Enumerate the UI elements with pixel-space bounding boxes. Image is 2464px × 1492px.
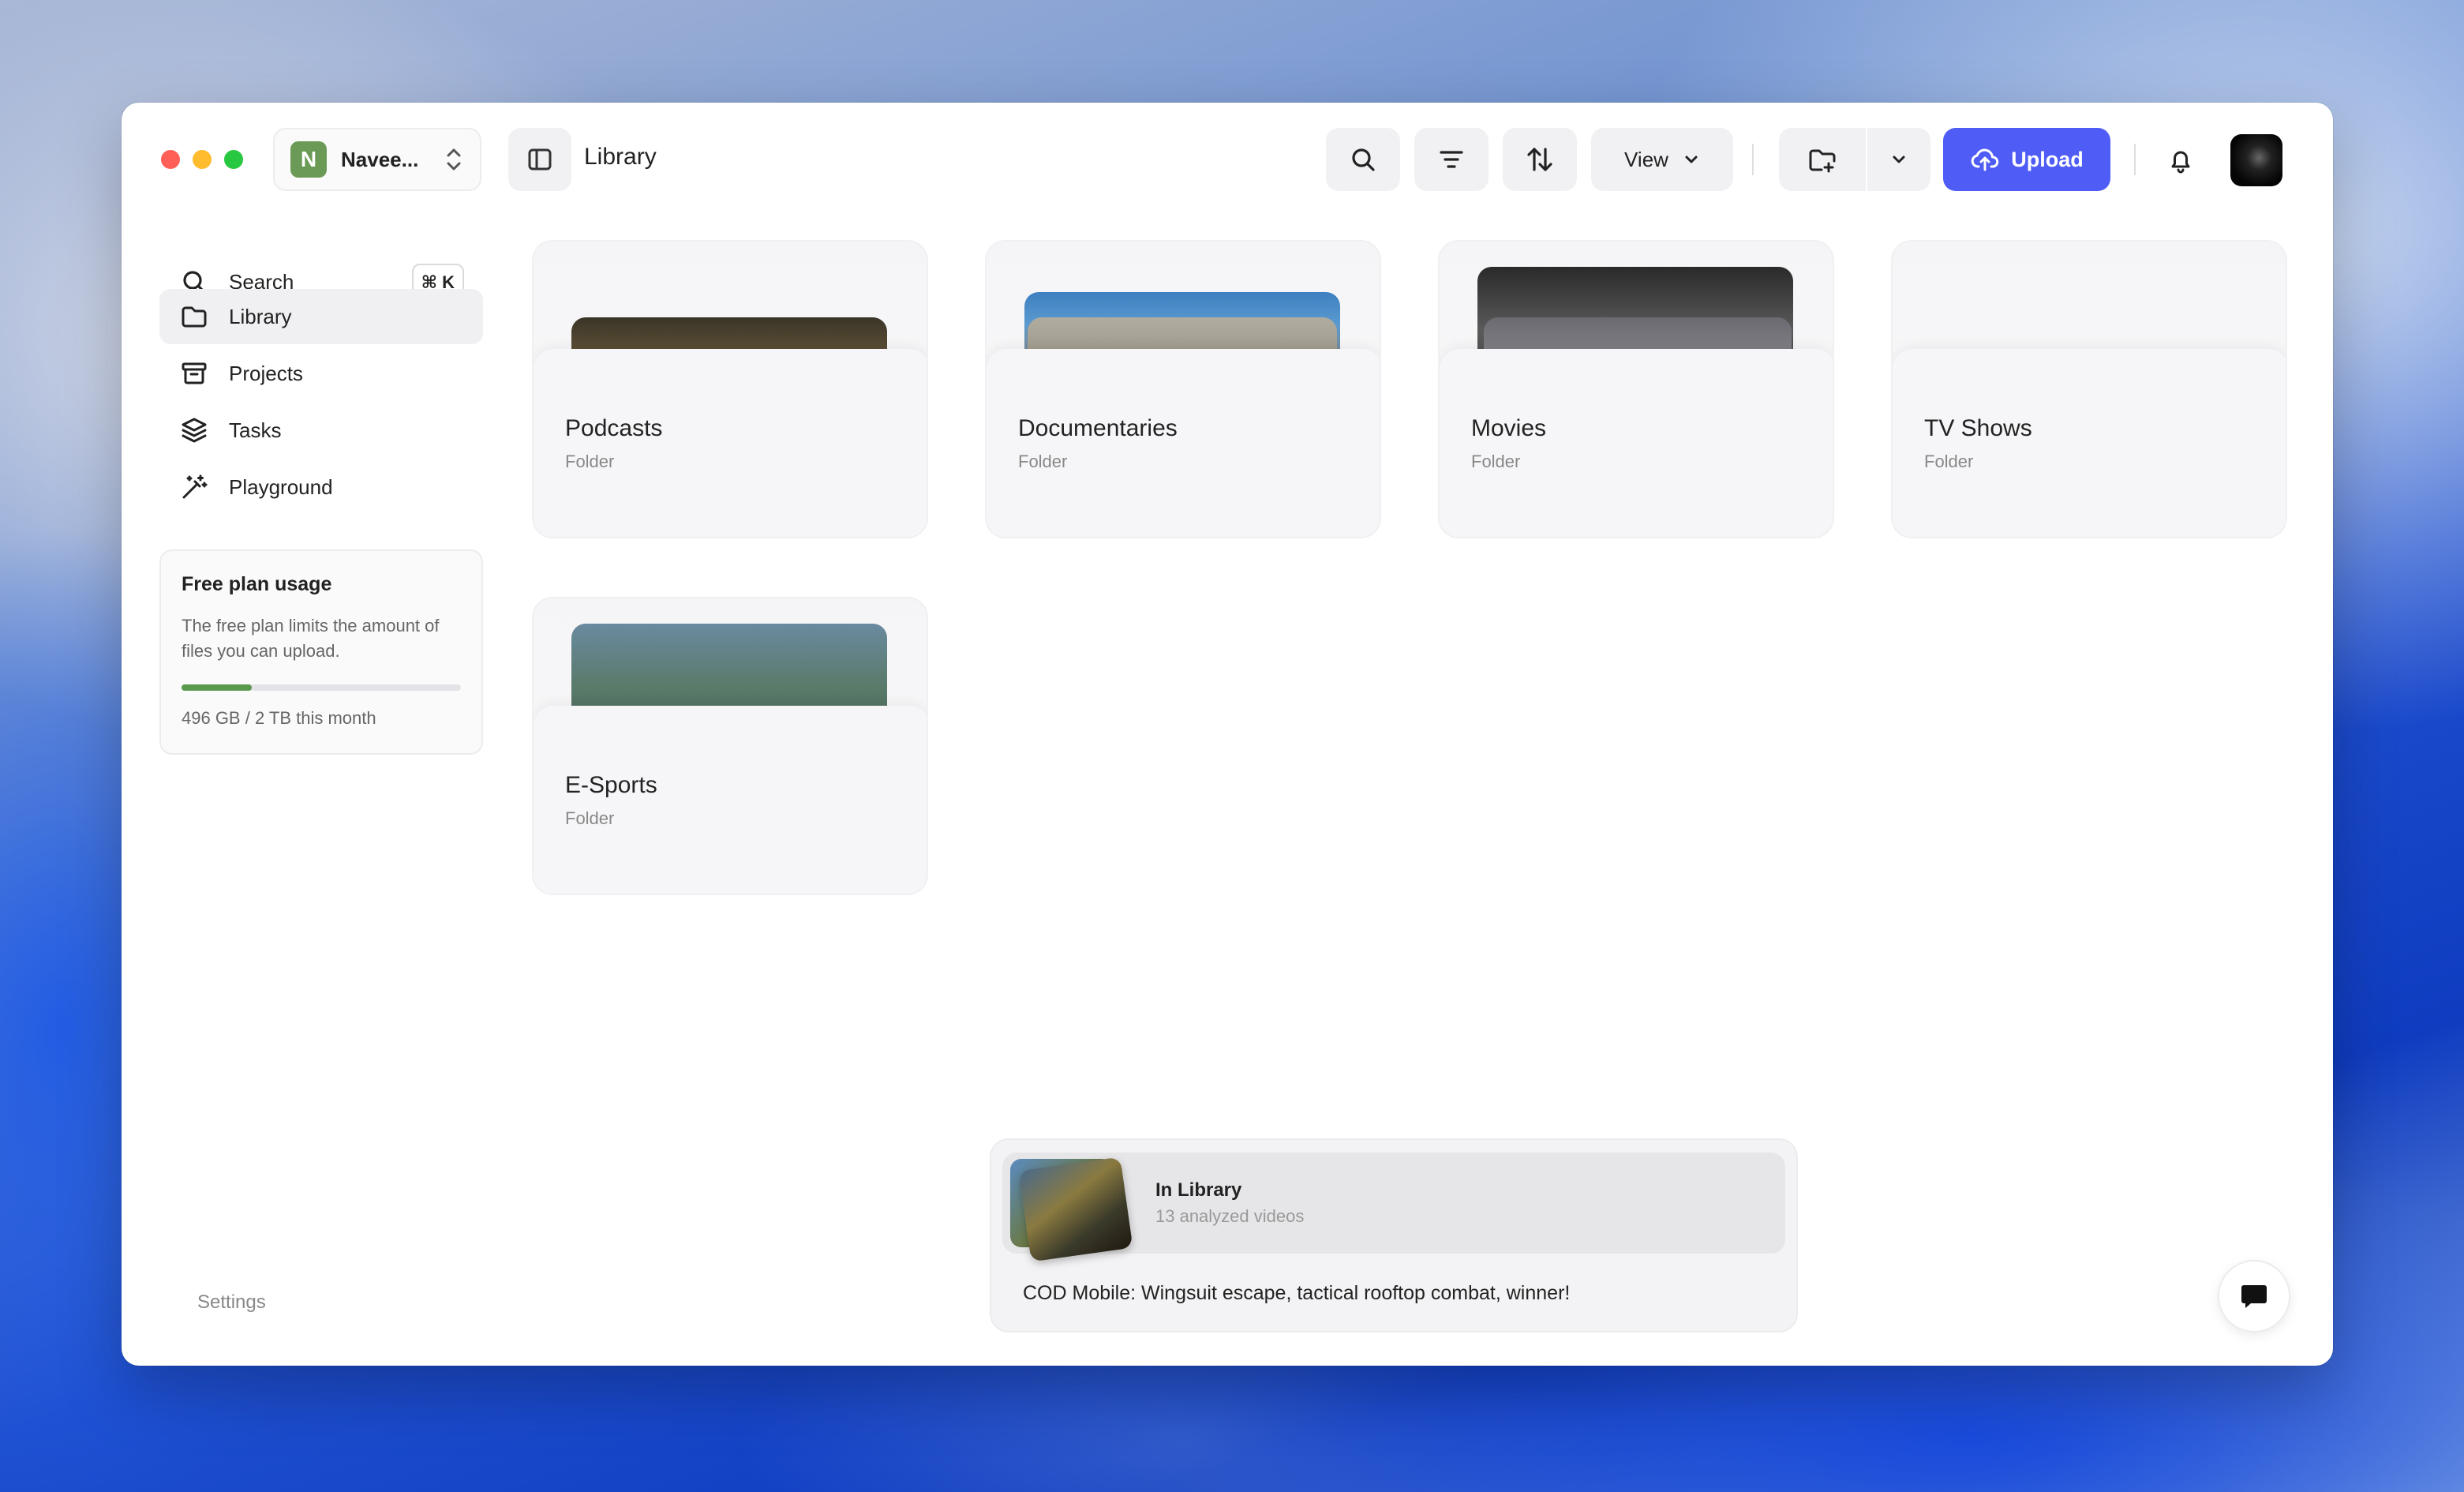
chat-bubble-icon [2241, 1285, 2267, 1308]
upload-button[interactable]: Upload [1943, 128, 2110, 191]
folder-icon [182, 306, 207, 328]
folder-type: Folder [1018, 452, 1068, 471]
folder-name: Documentaries [1018, 415, 1178, 441]
cloud-upload-icon [1971, 148, 1999, 171]
workspace-avatar: N [290, 141, 327, 178]
filter-icon [1440, 151, 1463, 168]
folder-type: Folder [565, 808, 615, 828]
folder-plus-icon [1809, 149, 1836, 173]
workspace-switcher[interactable]: N Navee... [273, 128, 481, 191]
bell-icon [2171, 151, 2190, 174]
folder-type: Folder [1471, 452, 1521, 471]
video-title: COD Mobile: Wingsuit escape, tactical ro… [1023, 1282, 1571, 1304]
upload-label: Upload [2011, 147, 2084, 171]
chevron-down-icon [1685, 156, 1698, 163]
folder-card-documentaries[interactable]: Documentaries Folder [985, 240, 1381, 538]
analyzed-count: 13 analyzed videos [1155, 1206, 1305, 1226]
folder-front: Documentaries Folder [987, 349, 1380, 537]
page-title: Library [584, 144, 657, 170]
usage-progress-fill [182, 684, 252, 691]
magic-wand-icon [182, 474, 208, 499]
folder-type: Folder [1924, 452, 1974, 471]
toolbar-divider [2134, 144, 2136, 175]
usage-progress-bar [182, 684, 461, 691]
sidebar-item-label: Tasks [229, 418, 282, 442]
sidebar-item-projects[interactable]: Projects [159, 346, 483, 401]
folder-front: E-Sports Folder [534, 706, 927, 894]
user-avatar[interactable] [2230, 134, 2282, 186]
app-window: N Navee... Library View Upload Search ⌘ … [122, 103, 2333, 1366]
settings-link[interactable]: Settings [197, 1291, 266, 1314]
layers-icon [182, 418, 207, 443]
new-menu-dropdown[interactable] [1867, 128, 1930, 191]
sidebar-icon [528, 148, 552, 171]
notifications-button[interactable] [2161, 141, 2200, 180]
folder-card-tv-shows[interactable]: TV Shows Folder [1891, 240, 2287, 538]
sidebar-item-label: Library [229, 304, 292, 328]
folder-name: Movies [1471, 415, 1547, 441]
window-controls [161, 150, 243, 169]
sidebar-item-tasks[interactable]: Tasks [159, 403, 483, 458]
minimize-window-button[interactable] [193, 150, 212, 169]
close-window-button[interactable] [161, 150, 180, 169]
archive-icon [182, 362, 207, 384]
folder-card-e-sports[interactable]: E-Sports Folder [532, 597, 928, 895]
new-folder-button[interactable] [1779, 128, 1866, 191]
chevron-down-icon [1893, 156, 1905, 163]
usage-description: The free plan limits the amount of files… [182, 616, 440, 661]
sort-button[interactable] [1503, 128, 1577, 191]
usage-title: Free plan usage [182, 573, 332, 595]
view-dropdown[interactable]: View [1591, 128, 1733, 191]
sidebar-item-playground[interactable]: Playground [159, 459, 483, 515]
library-label: In Library [1155, 1179, 1242, 1201]
folder-front: Movies Folder [1440, 349, 1833, 537]
chevron-up-down-icon [447, 148, 461, 171]
search-button[interactable] [1326, 128, 1400, 191]
video-thumbnail [1018, 1156, 1133, 1262]
usage-amount: 496 GB / 2 TB this month [182, 708, 376, 728]
sort-icon [1527, 148, 1552, 171]
maximize-window-button[interactable] [224, 150, 243, 169]
sidebar-item-label: Projects [229, 361, 303, 385]
sidebar-item-library[interactable]: Library [159, 289, 483, 344]
sidebar-item-label: Playground [229, 474, 333, 499]
folder-name: TV Shows [1924, 415, 2032, 441]
folder-front: Podcasts Folder [534, 349, 927, 537]
view-label: View [1624, 147, 1668, 171]
sidebar-toggle-button[interactable] [508, 128, 571, 191]
folder-card-movies[interactable]: Movies Folder [1438, 240, 1834, 538]
recent-video-card[interactable]: In Library 13 analyzed videos COD Mobile… [990, 1138, 1798, 1333]
toolbar-divider [1752, 144, 1754, 175]
filter-button[interactable] [1414, 128, 1489, 191]
folder-type: Folder [565, 452, 615, 471]
search-icon [1352, 148, 1375, 171]
library-summary: In Library 13 analyzed videos [1002, 1153, 1785, 1262]
folder-name: E-Sports [565, 772, 657, 798]
workspace-name: Navee... [341, 147, 419, 171]
chat-button[interactable] [2218, 1260, 2290, 1333]
folder-name: Podcasts [565, 415, 663, 441]
folder-front: TV Shows Folder [1893, 349, 2286, 537]
folder-card-podcasts[interactable]: Podcasts Folder [532, 240, 928, 538]
plan-usage-card: Free plan usage The free plan limits the… [159, 549, 483, 755]
